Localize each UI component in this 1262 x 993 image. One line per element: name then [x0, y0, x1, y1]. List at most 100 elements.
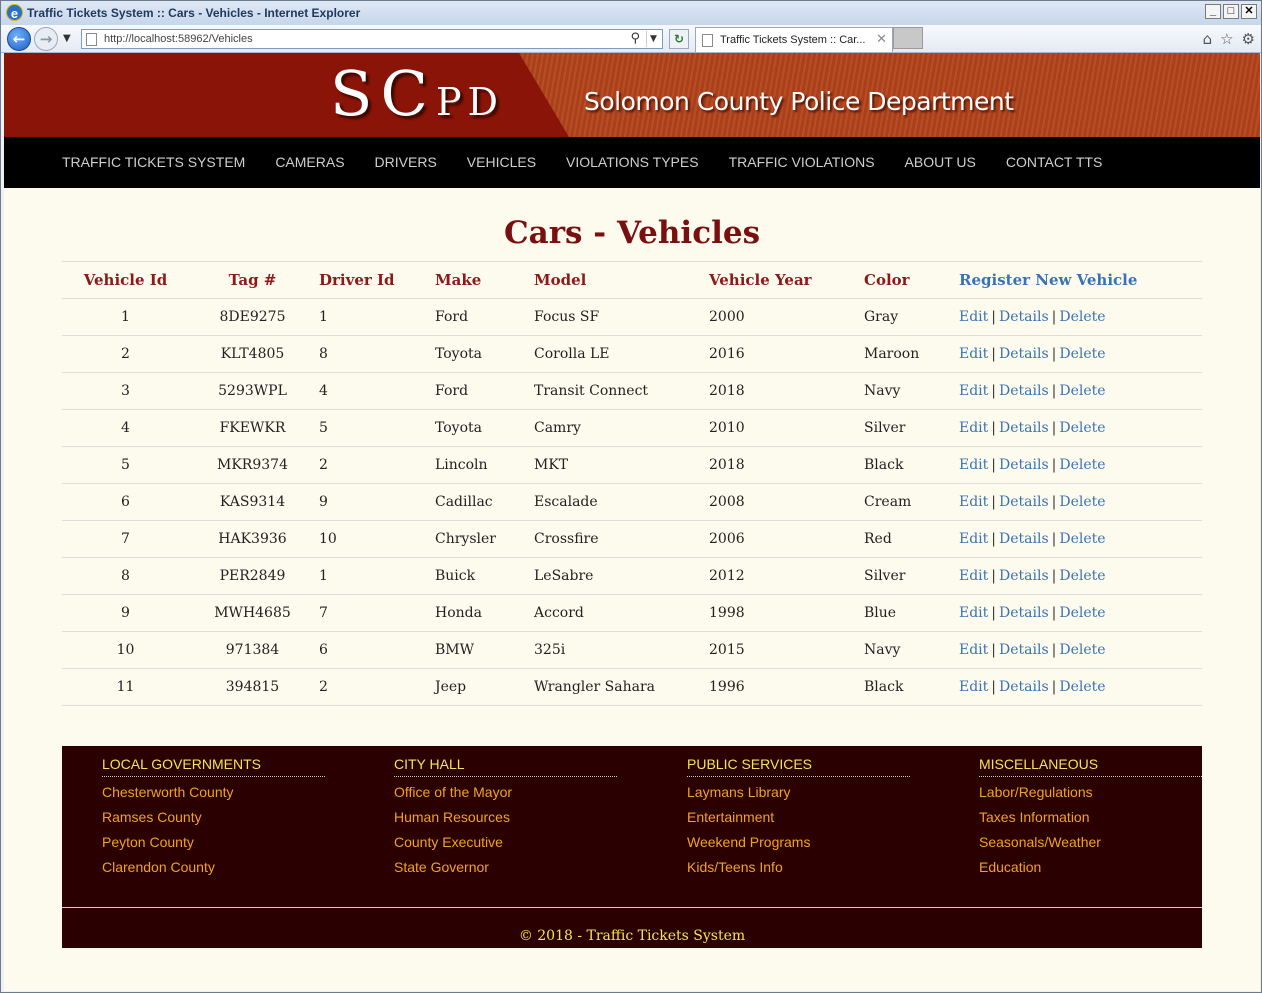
footer-link[interactable]: State Governor	[394, 859, 617, 877]
footer-link[interactable]: Weekend Programs	[687, 834, 910, 852]
delete-link[interactable]: Delete	[1059, 642, 1105, 658]
menu-item-drivers[interactable]: DRIVERS	[375, 154, 437, 170]
footer-link[interactable]: Entertainment	[687, 809, 910, 827]
edit-link[interactable]: Edit	[959, 309, 988, 325]
menu-item-contact-tts[interactable]: CONTACT TTS	[1006, 154, 1102, 170]
window-title: Traffic Tickets System :: Cars - Vehicle…	[27, 6, 361, 20]
edit-link[interactable]: Edit	[959, 679, 988, 695]
table-row: 11 394815 2 Jeep Wrangler Sahara 1996 Black Edi…	[62, 668, 1202, 706]
cell-year: 2006	[709, 520, 864, 558]
cell-drv: 2	[316, 668, 435, 706]
action-separator: |	[991, 309, 997, 325]
menu-item-violations-types[interactable]: VIOLATIONS TYPES	[566, 154, 699, 170]
details-link[interactable]: Details	[999, 568, 1049, 584]
tab-close-icon[interactable]: ✕	[876, 32, 887, 47]
action-separator: |	[991, 642, 997, 658]
edit-link[interactable]: Edit	[959, 642, 988, 658]
details-link[interactable]: Details	[999, 383, 1049, 399]
edit-link[interactable]: Edit	[959, 346, 988, 362]
cell-model: Crossfire	[534, 520, 709, 558]
footer-link[interactable]: Ramses County	[102, 809, 325, 827]
footer-link[interactable]: Clarendon County	[102, 859, 325, 877]
edit-link[interactable]: Edit	[959, 420, 988, 436]
menu-item-vehicles[interactable]: VEHICLES	[467, 154, 536, 170]
details-link[interactable]: Details	[999, 642, 1049, 658]
forward-arrow-icon[interactable]: →	[34, 27, 58, 51]
details-link[interactable]: Details	[999, 531, 1049, 547]
footer-link[interactable]: Labor/Regulations	[979, 784, 1202, 802]
home-icon[interactable]: ⌂	[1203, 30, 1213, 48]
delete-link[interactable]: Delete	[1059, 309, 1105, 325]
address-bar[interactable]: http://localhost:58962/Vehicles ⚲ ▼	[81, 29, 663, 49]
delete-link[interactable]: Delete	[1059, 494, 1105, 510]
address-dropdown-icon[interactable]: ▼	[646, 31, 660, 47]
footer-link[interactable]: Kids/Teens Info	[687, 859, 910, 877]
edit-link[interactable]: Edit	[959, 605, 988, 621]
footer-column-title: LOCAL GOVERNMENTS	[102, 756, 325, 777]
footer-link[interactable]: Education	[979, 859, 1202, 877]
delete-link[interactable]: Delete	[1059, 457, 1105, 473]
footer-link[interactable]: Human Resources	[394, 809, 617, 827]
delete-link[interactable]: Delete	[1059, 346, 1105, 362]
edit-link[interactable]: Edit	[959, 494, 988, 510]
menu-item-about-us[interactable]: ABOUT US	[905, 154, 976, 170]
delete-link[interactable]: Delete	[1059, 679, 1105, 695]
menu-list: TRAFFIC TICKETS SYSTEM CAMERAS DRIVERS VEHI…	[62, 154, 1132, 170]
gear-icon[interactable]: ⚙	[1242, 30, 1255, 48]
table-row: 9 MWH4685 7 Honda Accord 1998 Blue Edit | Details…	[62, 594, 1202, 632]
menu-item-cameras[interactable]: CAMERAS	[275, 154, 344, 170]
details-link[interactable]: Details	[999, 494, 1049, 510]
action-separator: |	[991, 605, 997, 621]
footer-link[interactable]: Taxes Information	[979, 809, 1202, 827]
footer-column-local-governments: LOCAL GOVERNMENTS Chesterworth County Rams…	[102, 756, 325, 877]
edit-link[interactable]: Edit	[959, 457, 988, 473]
table-header-row: Vehicle Id Tag # Driver Id Make Model Vehicle…	[62, 261, 1202, 299]
details-link[interactable]: Details	[999, 457, 1049, 473]
details-link[interactable]: Details	[999, 605, 1049, 621]
row-actions: Edit | Details | Delete	[959, 631, 1202, 669]
delete-link[interactable]: Delete	[1059, 568, 1105, 584]
menu-item-traffic-tickets-system[interactable]: TRAFFIC TICKETS SYSTEM	[62, 154, 245, 170]
url-text[interactable]: http://localhost:58962/Vehicles	[104, 33, 253, 45]
register-new-vehicle-link[interactable]: Register New Vehicle	[959, 271, 1137, 289]
details-link[interactable]: Details	[999, 309, 1049, 325]
column-header-model: Model	[534, 261, 709, 299]
action-separator: |	[1051, 568, 1057, 584]
footer-link[interactable]: Peyton County	[102, 834, 325, 852]
edit-link[interactable]: Edit	[959, 383, 988, 399]
details-link[interactable]: Details	[999, 346, 1049, 362]
edit-link[interactable]: Edit	[959, 568, 988, 584]
delete-link[interactable]: Delete	[1059, 605, 1105, 621]
cell-id: 8	[62, 557, 189, 595]
maximize-button[interactable]: □	[1223, 4, 1239, 19]
delete-link[interactable]: Delete	[1059, 420, 1105, 436]
cell-tag: PER2849	[189, 557, 316, 595]
cell-tag: 5293WPL	[189, 372, 316, 410]
minimize-button[interactable]: _	[1205, 4, 1221, 19]
menu-item-traffic-violations[interactable]: TRAFFIC VIOLATIONS	[729, 154, 875, 170]
new-tab-button[interactable]	[893, 27, 923, 49]
search-icon[interactable]: ⚲	[630, 31, 640, 46]
delete-link[interactable]: Delete	[1059, 531, 1105, 547]
vehicles-table: Vehicle Id Tag # Driver Id Make Model Vehicle…	[62, 261, 1202, 706]
footer-link[interactable]: Chesterworth County	[102, 784, 325, 802]
footer-link[interactable]: Seasonals/Weather	[979, 834, 1202, 852]
cell-id: 1	[62, 298, 189, 336]
refresh-icon[interactable]: ↻	[669, 29, 689, 49]
back-arrow-icon[interactable]: ←	[7, 27, 31, 51]
footer-column-city-hall: CITY HALL Office of the Mayor Human Resour…	[394, 756, 617, 877]
close-button[interactable]: ✕	[1241, 4, 1257, 19]
footer-link[interactable]: Laymans Library	[687, 784, 910, 802]
history-dropdown-icon[interactable]: ▼	[63, 33, 71, 44]
cell-model: Camry	[534, 409, 709, 447]
cell-id: 9	[62, 594, 189, 632]
edit-link[interactable]: Edit	[959, 531, 988, 547]
delete-link[interactable]: Delete	[1059, 383, 1105, 399]
details-link[interactable]: Details	[999, 420, 1049, 436]
details-link[interactable]: Details	[999, 679, 1049, 695]
footer-link[interactable]: Office of the Mayor	[394, 784, 617, 802]
favorites-star-icon[interactable]: ☆	[1220, 30, 1233, 48]
footer-link[interactable]: County Executive	[394, 834, 617, 852]
department-name: Solomon County Police Department	[584, 87, 1014, 116]
browser-tab[interactable]: Traffic Tickets System :: Car... ✕	[695, 27, 893, 52]
